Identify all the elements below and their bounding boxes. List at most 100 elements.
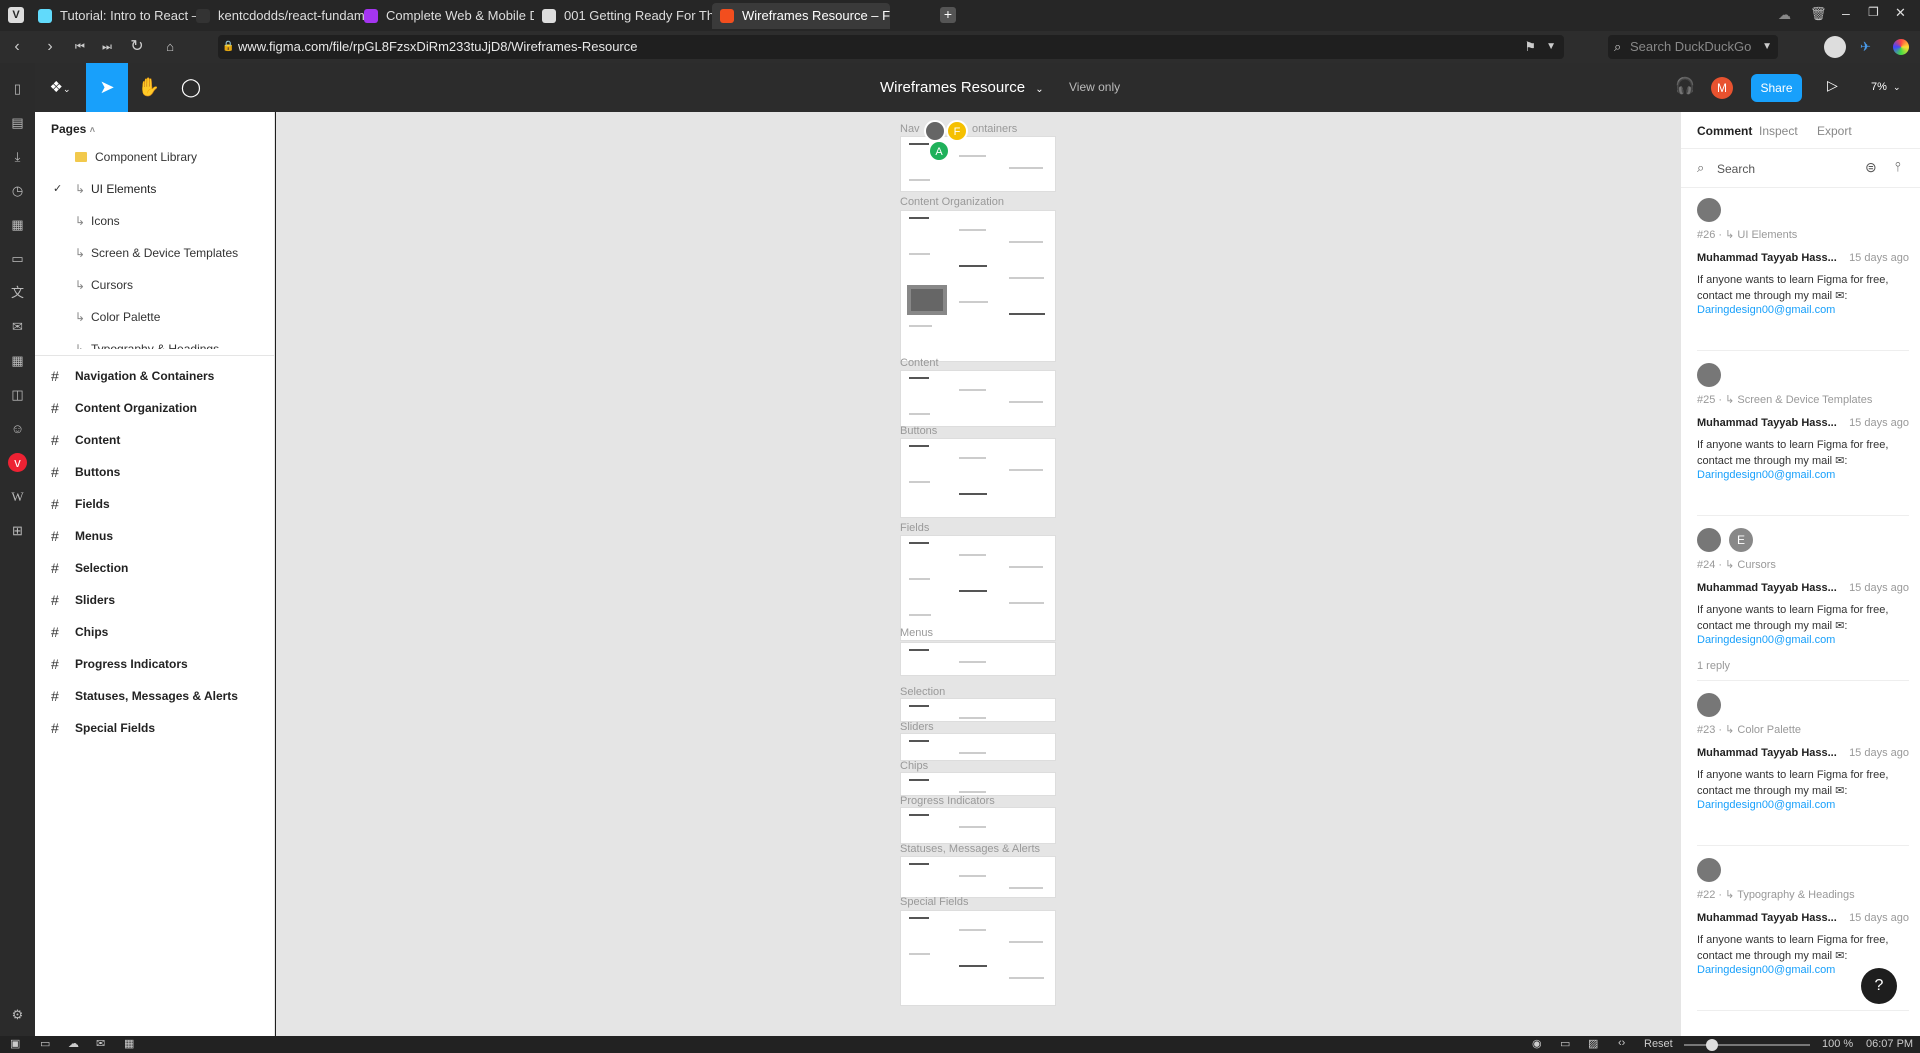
headphones-icon[interactable]: 🎧	[1675, 76, 1695, 96]
rewind-icon[interactable]: ⏮	[70, 37, 90, 57]
frame-layer[interactable]: # Navigation & Containers	[35, 360, 275, 392]
new-tab-icon[interactable]: +	[940, 7, 956, 23]
zoom-slider[interactable]	[1684, 1039, 1810, 1051]
comment-thread[interactable]: #25 · ↳ Screen & Device Templates Muhamma…	[1697, 363, 1909, 523]
page-item[interactable]: ↳ Icons	[35, 207, 275, 235]
frame-thumbnail[interactable]	[900, 910, 1056, 1006]
frame-thumbnail[interactable]	[900, 698, 1056, 722]
color-extension-icon[interactable]	[1893, 39, 1909, 55]
frame-layer[interactable]: # Content Organization	[35, 392, 275, 424]
frame-layer[interactable]: # Special Fields	[35, 712, 275, 744]
comment-email-link[interactable]: Daringdesign00@gmail.com	[1697, 634, 1835, 646]
browser-tab[interactable]: Complete Web & Mobile D	[356, 3, 534, 29]
frame-thumbnail[interactable]	[900, 535, 1056, 641]
window-status-icon[interactable]: ▭	[1560, 1037, 1570, 1050]
frame-layer[interactable]: # Selection	[35, 552, 275, 584]
code-icon[interactable]: ‹›	[1618, 1037, 1625, 1049]
page-item[interactable]: ↳ Screen & Device Templates	[35, 239, 275, 267]
mail-icon[interactable]: ✉	[8, 317, 27, 336]
page-item[interactable]: ✓ ↳ UI Elements	[35, 175, 275, 203]
reload-icon[interactable]: ↻	[127, 37, 147, 57]
present-icon[interactable]: ▷	[1827, 77, 1838, 94]
browser-tab[interactable]: Wireframes Resource – Fig	[712, 3, 890, 29]
figma-menu-icon[interactable]: ❖⌄	[39, 63, 81, 112]
vivaldi-icon[interactable]: v	[8, 453, 27, 472]
comment-thread[interactable]: #23 · ↳ Color Palette Muhammad Tayyab Has…	[1697, 693, 1909, 853]
history-icon[interactable]: ◷	[8, 181, 27, 200]
zoom-level[interactable]: 7% ⌄	[1871, 63, 1901, 112]
pages-header[interactable]: Pages ˄	[51, 122, 95, 136]
comment-thread[interactable]: E #24 · ↳ Cursors Muhammad Tayyab Hass... 1…	[1697, 528, 1909, 688]
calendar-status-icon[interactable]: ▦	[124, 1037, 134, 1050]
cloud-icon[interactable]: ☁	[1778, 7, 1791, 23]
frame-layer[interactable]: # Progress Indicators	[35, 648, 275, 680]
page-item[interactable]: Component Library	[35, 143, 275, 171]
comment-email-link[interactable]: Daringdesign00@gmail.com	[1697, 304, 1835, 316]
frame-thumbnail[interactable]	[900, 438, 1056, 518]
calendar-icon[interactable]: ▦	[8, 351, 27, 370]
zoom-slider-handle[interactable]	[1706, 1039, 1718, 1051]
frame-thumbnail[interactable]	[900, 210, 1056, 362]
tab-export[interactable]: Export	[1817, 124, 1852, 138]
frame-thumbnail[interactable]	[900, 733, 1056, 761]
frame-layer[interactable]: # Chips	[35, 616, 275, 648]
contacts-icon[interactable]: ☺	[8, 419, 27, 438]
frame-thumbnail[interactable]	[900, 642, 1056, 676]
cloud-sync-icon[interactable]: ☁	[68, 1037, 79, 1050]
capture-icon[interactable]: ◉	[1532, 1037, 1542, 1050]
design-canvas[interactable]: Nav ontainers Content Organization Content B…	[276, 112, 1680, 1036]
comment-email-link[interactable]: Daringdesign00@gmail.com	[1697, 799, 1835, 811]
comment-email-link[interactable]: Daringdesign00@gmail.com	[1697, 964, 1835, 976]
search-engine-dropdown-icon[interactable]: ▼	[1762, 35, 1772, 59]
forward-icon[interactable]: ›	[40, 37, 60, 57]
window-icon[interactable]: ▭	[8, 249, 27, 268]
settings-gear-icon[interactable]: ⚙	[8, 1005, 27, 1024]
reset-zoom-button[interactable]: Reset	[1644, 1038, 1673, 1050]
browser-tab[interactable]: kentcdodds/react-fundame	[188, 3, 366, 29]
frame-layer[interactable]: # Content	[35, 424, 275, 456]
wikipedia-icon[interactable]: W	[8, 487, 27, 506]
dropdown-icon[interactable]: ▼	[1546, 35, 1556, 59]
fast-forward-icon[interactable]: ⏭	[97, 37, 117, 57]
home-icon[interactable]: ⌂	[160, 37, 180, 57]
trash-icon[interactable]: 🗑	[1810, 6, 1827, 22]
panel-toggle-icon[interactable]: ▣	[10, 1037, 20, 1050]
comment-thread[interactable]: #26 · ↳ UI Elements Muhammad Tayyab Hass.…	[1697, 198, 1909, 358]
page-item[interactable]: ↳ Cursors	[35, 271, 275, 299]
comment-email-link[interactable]: Daringdesign00@gmail.com	[1697, 469, 1835, 481]
settings-sliders-icon[interactable]: ⫯	[1895, 159, 1901, 175]
frame-thumbnail[interactable]	[900, 136, 1056, 192]
frame-layer[interactable]: # Menus	[35, 520, 275, 552]
file-title[interactable]: Wireframes Resource ⌄	[880, 63, 1044, 114]
browser-tab[interactable]: 001 Getting Ready For This	[534, 3, 712, 29]
downloads-icon[interactable]: ⤓	[8, 147, 27, 166]
minimize-icon[interactable]: –	[1842, 5, 1850, 21]
tab-tiling-icon[interactable]: ▭	[40, 1037, 50, 1050]
bookmarks-icon[interactable]: ▯	[8, 79, 27, 98]
frame-layer[interactable]: # Buttons	[35, 456, 275, 488]
comment-tool-icon[interactable]: ◯	[170, 63, 212, 112]
add-panel-icon[interactable]: ⊞	[8, 521, 27, 540]
move-tool-icon[interactable]: ➤	[86, 63, 128, 112]
reply-count[interactable]: 1 reply	[1697, 660, 1730, 672]
frame-layer[interactable]: # Sliders	[35, 584, 275, 616]
maximize-icon[interactable]: ❐	[1868, 5, 1879, 19]
page-item[interactable]: ↳ Color Palette	[35, 303, 275, 331]
tab-inspect[interactable]: Inspect	[1759, 124, 1798, 138]
frame-thumbnail[interactable]	[900, 370, 1056, 427]
search-field[interactable]: ⌕ Search DuckDuckGo ▼	[1608, 35, 1778, 59]
frame-thumbnail[interactable]	[900, 856, 1056, 898]
bookmark-icon[interactable]: ⚑	[1524, 35, 1536, 59]
notes-icon[interactable]: ▦	[8, 215, 27, 234]
page-item[interactable]: ↳ Typography & Headings	[35, 335, 275, 349]
reading-list-icon[interactable]: ▤	[8, 113, 27, 132]
browser-tab[interactable]: Tutorial: Intro to React – Re	[30, 3, 208, 29]
hand-tool-icon[interactable]: ✋	[128, 63, 170, 112]
tab-comment[interactable]: Comment	[1697, 124, 1752, 138]
vivaldi-menu-icon[interactable]: V	[8, 7, 24, 23]
frame-thumbnail[interactable]	[900, 807, 1056, 844]
url-field[interactable]: 🔒 www.figma.com/file/rpGL8FzsxDiRm233tuJ…	[218, 35, 1564, 59]
close-window-icon[interactable]: ✕	[1895, 5, 1906, 21]
filter-icon[interactable]: ⊜	[1865, 159, 1877, 176]
user-avatar[interactable]: M	[1711, 77, 1733, 99]
